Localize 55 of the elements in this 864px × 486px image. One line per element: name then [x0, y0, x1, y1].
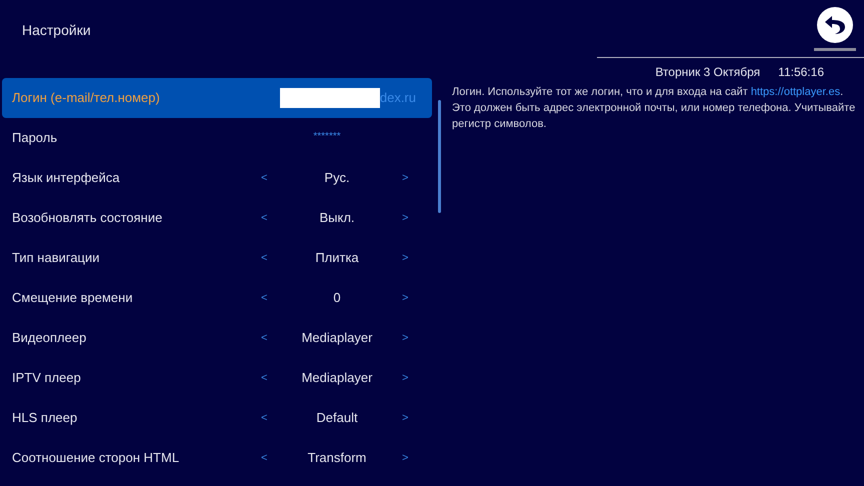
help-text: Логин. Используйте тот же логин, что и для входа на сайт https://ottplayer.es. Это должен быть адрес электронной почты, или номер телефона. Учитывайте регистр символов.	[451, 85, 856, 132]
previous-option-arrow[interactable]: <	[252, 170, 272, 186]
focus-underline	[814, 48, 856, 51]
settings-row[interactable]: Логин (e-mail/тел.номер) dex.ru	[2, 78, 432, 118]
setting-label: Видеоплеер	[11, 329, 88, 348]
previous-option-arrow[interactable]: <	[252, 210, 272, 226]
setting-label: Тип навигации	[11, 249, 101, 268]
settings-row[interactable]: Соотношение сторон HTML < Transform >	[2, 438, 432, 478]
next-option-arrow[interactable]: >	[402, 450, 422, 466]
password-value: *******	[313, 130, 342, 144]
next-option-arrow[interactable]: >	[402, 330, 422, 346]
next-option-arrow[interactable]: >	[402, 410, 422, 426]
previous-option-arrow[interactable]: <	[252, 370, 272, 386]
settings-row[interactable]: Язык интерфейса < Рус. >	[2, 158, 432, 198]
website-link[interactable]: https://ottplayer.es	[750, 86, 840, 98]
setting-label: Возобновлять состояние	[11, 209, 164, 228]
clock-text: 11:56:16	[778, 64, 824, 81]
previous-option-arrow[interactable]: <	[252, 250, 272, 266]
previous-option-arrow[interactable]: <	[252, 450, 272, 466]
next-option-arrow[interactable]: >	[402, 370, 422, 386]
settings-row[interactable]: Смещение времени < 0 >	[2, 278, 432, 318]
page-title: Настройки	[22, 22, 91, 38]
settings-row[interactable]: IPTV плеер < Mediaplayer >	[2, 358, 432, 398]
settings-row[interactable]: Тип навигации < Плитка >	[2, 238, 432, 278]
setting-value: Transform	[306, 449, 368, 468]
setting-value: Рус.	[323, 169, 351, 188]
date-text: Вторник 3 Октября	[655, 64, 760, 81]
setting-label: Логин (e-mail/тел.номер)	[11, 89, 161, 108]
setting-value: Выкл.	[318, 209, 356, 228]
setting-value: Mediaplayer	[300, 329, 374, 348]
settings-row[interactable]: Пароль *******	[2, 118, 432, 158]
setting-value: Mediaplayer	[300, 369, 374, 388]
setting-value: Default	[315, 409, 359, 428]
settings-row[interactable]: HLS плеер < Default >	[2, 398, 432, 438]
setting-label: Смещение времени	[11, 289, 134, 308]
scrollbar[interactable]	[438, 100, 441, 213]
setting-value: Плитка	[314, 249, 360, 268]
settings-row[interactable]: Возобновлять состояние < Выкл. >	[2, 198, 432, 238]
setting-label: HLS плеер	[11, 409, 78, 428]
setting-label: Язык интерфейса	[11, 169, 121, 188]
setting-label: Соотношение сторон HTML	[11, 449, 180, 468]
next-option-arrow[interactable]: >	[402, 290, 422, 306]
next-option-arrow[interactable]: >	[402, 250, 422, 266]
next-option-arrow[interactable]: >	[402, 170, 422, 186]
previous-option-arrow[interactable]: <	[252, 410, 272, 426]
next-option-arrow[interactable]: >	[402, 210, 422, 226]
back-button[interactable]	[817, 7, 853, 43]
setting-label: Пароль	[11, 129, 58, 148]
back-arrow-icon	[823, 13, 847, 37]
setting-value: dex.ru	[380, 89, 416, 108]
setting-value: 0	[332, 289, 342, 308]
setting-label: IPTV плеер	[11, 369, 82, 388]
previous-option-arrow[interactable]: <	[252, 290, 272, 306]
previous-option-arrow[interactable]: <	[252, 330, 272, 346]
settings-row[interactable]: Видеоплеер < Mediaplayer >	[2, 318, 432, 358]
